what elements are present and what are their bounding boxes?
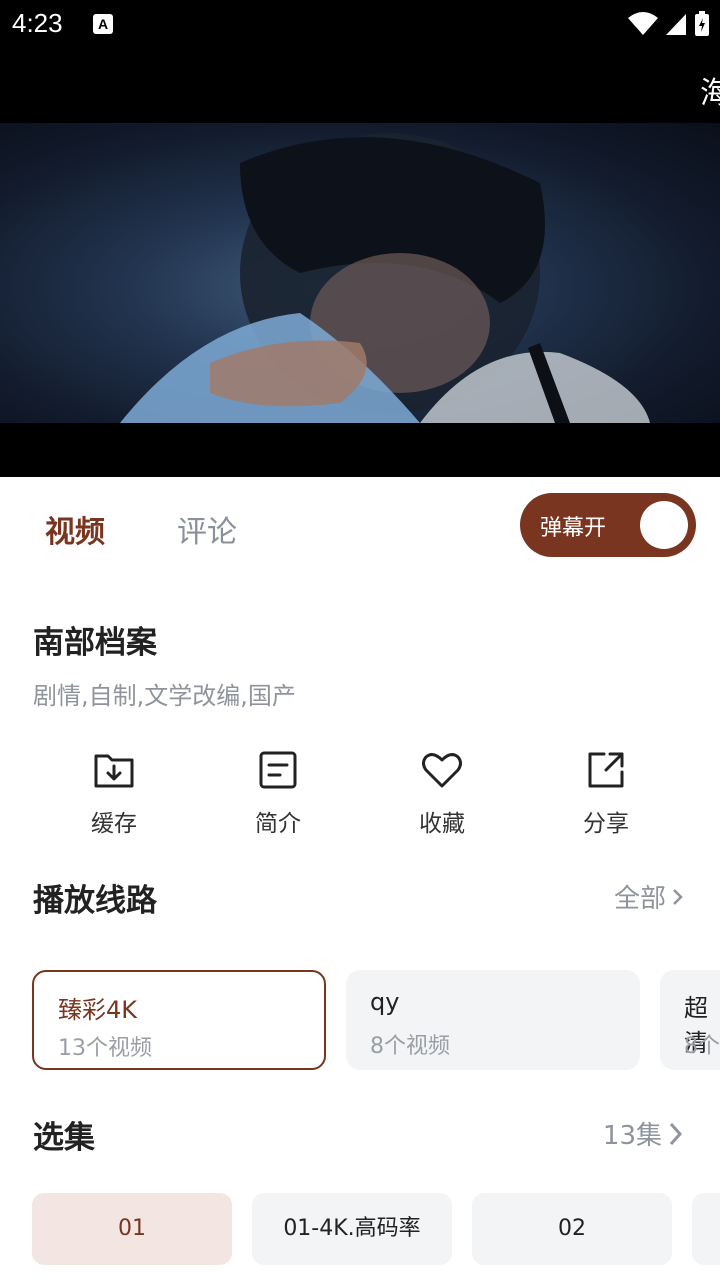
status-icons [628, 10, 710, 38]
status-bar: 4:23 A [0, 0, 720, 50]
action-row: 缓存 简介 收藏 分享 [0, 748, 720, 848]
download-folder-icon [94, 754, 134, 788]
content-tabs: 视频 评论 弹幕开 [0, 477, 720, 577]
tab-comments[interactable]: 评论 [177, 507, 237, 551]
routes-more-label: 全部 [613, 884, 666, 914]
route-count: 8个视频 [370, 1034, 450, 1059]
toggle-knob [640, 501, 688, 549]
share-button[interactable]: 分享 [556, 748, 656, 838]
show-tags: 剧情,自制,文学改编,国产 [33, 682, 296, 710]
routes-title: 播放线路 [33, 883, 157, 919]
episodes-title: 选集 [33, 1120, 95, 1156]
route-count: 13个视频 [58, 1036, 152, 1061]
favorite-label: 收藏 [419, 811, 465, 837]
tab-video[interactable]: 视频 [45, 507, 105, 551]
cache-label: 缓存 [91, 811, 137, 837]
heart-icon [422, 753, 462, 788]
episodes-count-label: 13集 [602, 1121, 662, 1151]
battery-icon [695, 11, 709, 36]
route-card[interactable]: 超清 8个视频 [660, 970, 720, 1070]
share-icon [588, 752, 624, 788]
video-frame[interactable] [0, 123, 720, 423]
routes-more-link[interactable]: 全部 [614, 878, 686, 915]
intro-button[interactable]: 简介 [228, 748, 328, 838]
route-card[interactable]: 臻彩4K 13个视频 [32, 970, 326, 1070]
danmaku-toggle-label: 弹幕开 [540, 516, 607, 541]
episode-chip[interactable]: 02 [472, 1193, 672, 1265]
episode-chip[interactable]: 01 [32, 1193, 232, 1265]
chevron-right-icon [673, 888, 683, 905]
video-still-image [120, 133, 650, 423]
danmaku-comment: 海 [700, 76, 720, 111]
wifi-icon [628, 12, 658, 35]
route-name: qy [370, 988, 400, 1016]
document-icon [259, 751, 297, 789]
episode-chip[interactable]: 01-4K.高码率 [252, 1193, 452, 1265]
notification-icon: A [93, 14, 113, 34]
status-time: 4:23 [12, 8, 63, 38]
route-name: 臻彩4K [58, 996, 138, 1024]
danmaku-toggle[interactable]: 弹幕开 [520, 493, 696, 557]
video-player-top-bar[interactable]: 海 [0, 50, 720, 123]
signal-icon [666, 14, 686, 35]
episodes-more-link[interactable]: 13集 [603, 1115, 686, 1152]
cache-button[interactable]: 缓存 [64, 748, 164, 838]
route-count: 8个视频 [684, 1034, 720, 1059]
video-player-bottom-bar[interactable] [0, 423, 720, 477]
show-title: 南部档案 [33, 625, 157, 661]
share-label: 分享 [583, 811, 629, 837]
episode-chip-partial[interactable] [692, 1193, 720, 1265]
chevron-right-icon [669, 1122, 683, 1145]
route-card[interactable]: qy 8个视频 [346, 970, 640, 1070]
favorite-button[interactable]: 收藏 [392, 748, 492, 838]
intro-label: 简介 [255, 811, 301, 837]
